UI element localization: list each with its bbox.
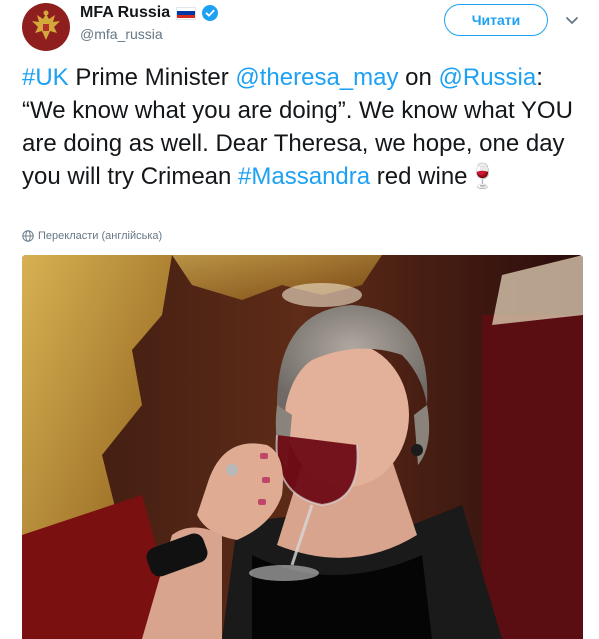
user-name-row: MFA Russia (80, 4, 219, 22)
hashtag-link-uk[interactable]: #UK (22, 64, 69, 91)
user-handle[interactable]: @mfa_russia (80, 26, 163, 42)
tweet-text: #UK Prime Minister @theresa_may on @Russ… (22, 61, 582, 193)
double-headed-eagle-icon (32, 10, 60, 40)
display-name[interactable]: MFA Russia (80, 4, 170, 22)
photo-woman-drinking-red-wine (22, 255, 583, 639)
mention-link-russia[interactable]: @Russia (439, 64, 537, 91)
tweet-text-part: on (398, 64, 439, 91)
follow-button[interactable]: Читати (444, 4, 548, 36)
avatar[interactable] (22, 3, 70, 51)
globe-icon (22, 230, 34, 242)
wine-glass-emoji: 🍷 (467, 163, 498, 190)
russian-flag-icon (176, 6, 197, 20)
hashtag-link-massandra[interactable]: #Massandra (238, 163, 370, 190)
verified-badge-icon (202, 5, 219, 21)
translate-link[interactable]: Перекласти (англійська) (22, 230, 162, 242)
mention-link-theresa-may[interactable]: @theresa_may (235, 64, 398, 91)
tweet-photo[interactable] (22, 255, 583, 639)
tweet-text-part: Prime Minister (68, 64, 236, 91)
chevron-down-icon[interactable] (564, 12, 580, 28)
tweet-text-part: red wine (370, 163, 468, 190)
translate-label: Перекласти (англійська) (38, 230, 163, 242)
